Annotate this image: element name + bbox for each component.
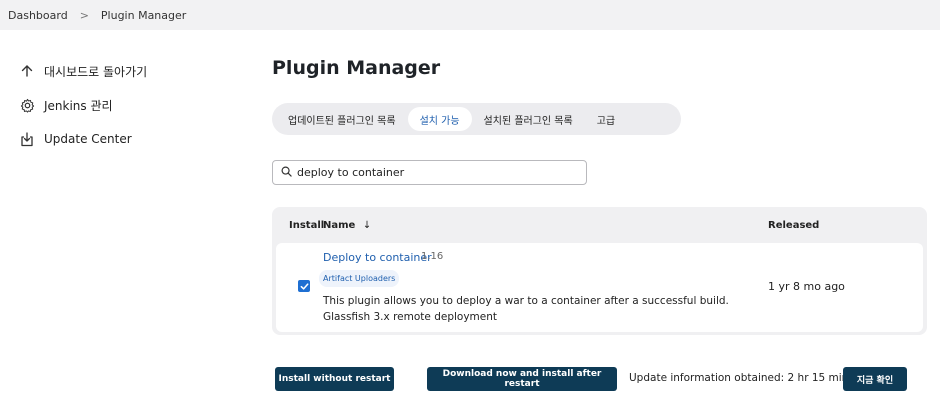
released-time: 1 yr 8 mo ago: [768, 280, 845, 293]
plugin-version: 1.16: [421, 251, 444, 262]
download-box-icon: [18, 130, 36, 148]
description-line: This plugin allows you to deploy a war t…: [323, 295, 729, 307]
sidebar: 대시보드로 돌아가기 Jenkins 관리 Update Center: [18, 54, 218, 156]
tab-available[interactable]: 설치 가능: [407, 107, 472, 131]
breadcrumb-dashboard[interactable]: Dashboard: [8, 9, 68, 22]
column-header-name-label: Name: [323, 220, 356, 231]
column-header-install[interactable]: Install: [289, 220, 324, 231]
sidebar-item-label: Update Center: [44, 132, 132, 146]
tab-advanced[interactable]: 고급: [585, 107, 627, 131]
arrow-up-icon: [18, 62, 36, 80]
category-tag[interactable]: Artifact Uploaders: [319, 270, 400, 287]
plugin-name-link[interactable]: Deploy to container: [323, 251, 432, 264]
table-row: Deploy to container 1.16 Artifact Upload…: [276, 243, 923, 332]
sidebar-item-update-center[interactable]: Update Center: [18, 122, 218, 156]
tab-bar: 업데이트된 플러그인 목록 설치 가능 설치된 플러그인 목록 고급: [272, 103, 681, 135]
breadcrumb-plugin-manager[interactable]: Plugin Manager: [101, 9, 186, 22]
plugin-table: Install Name ↓ Released Deploy to contai…: [272, 207, 927, 335]
page-title: Plugin Manager: [272, 57, 441, 79]
column-header-released[interactable]: Released: [768, 220, 819, 231]
column-header-name[interactable]: Name ↓: [323, 220, 371, 231]
tab-installed[interactable]: 설치된 플러그인 목록: [472, 107, 585, 131]
gear-icon: [18, 96, 36, 114]
sort-arrow-icon: ↓: [362, 220, 372, 231]
install-checkbox[interactable]: [298, 280, 310, 292]
breadcrumb: Dashboard > Plugin Manager: [0, 0, 940, 30]
search-input[interactable]: [297, 166, 567, 179]
check-now-button[interactable]: 지금 확인: [843, 367, 907, 391]
sidebar-item-label: Jenkins 관리: [44, 98, 113, 113]
sidebar-item-manage-jenkins[interactable]: Jenkins 관리: [18, 88, 218, 122]
plugin-description: This plugin allows you to deploy a war t…: [323, 293, 743, 325]
search-icon: [281, 166, 292, 180]
table-header: Install Name ↓ Released: [272, 207, 927, 243]
checkmark-icon: [300, 282, 309, 290]
search-box: [272, 160, 587, 185]
tab-updates[interactable]: 업데이트된 플러그인 목록: [276, 107, 408, 131]
sidebar-item-label: 대시보드로 돌아가기: [44, 64, 148, 79]
breadcrumb-separator: >: [79, 8, 89, 22]
sidebar-item-back-to-dashboard[interactable]: 대시보드로 돌아가기: [18, 54, 218, 88]
download-and-install-after-restart-button[interactable]: Download now and install after restart: [427, 367, 617, 391]
description-line: Glassfish 3.x remote deployment: [323, 311, 497, 323]
update-info-text: Update information obtained: 2 hr 15 min…: [629, 372, 872, 384]
install-without-restart-button[interactable]: Install without restart: [275, 367, 394, 391]
